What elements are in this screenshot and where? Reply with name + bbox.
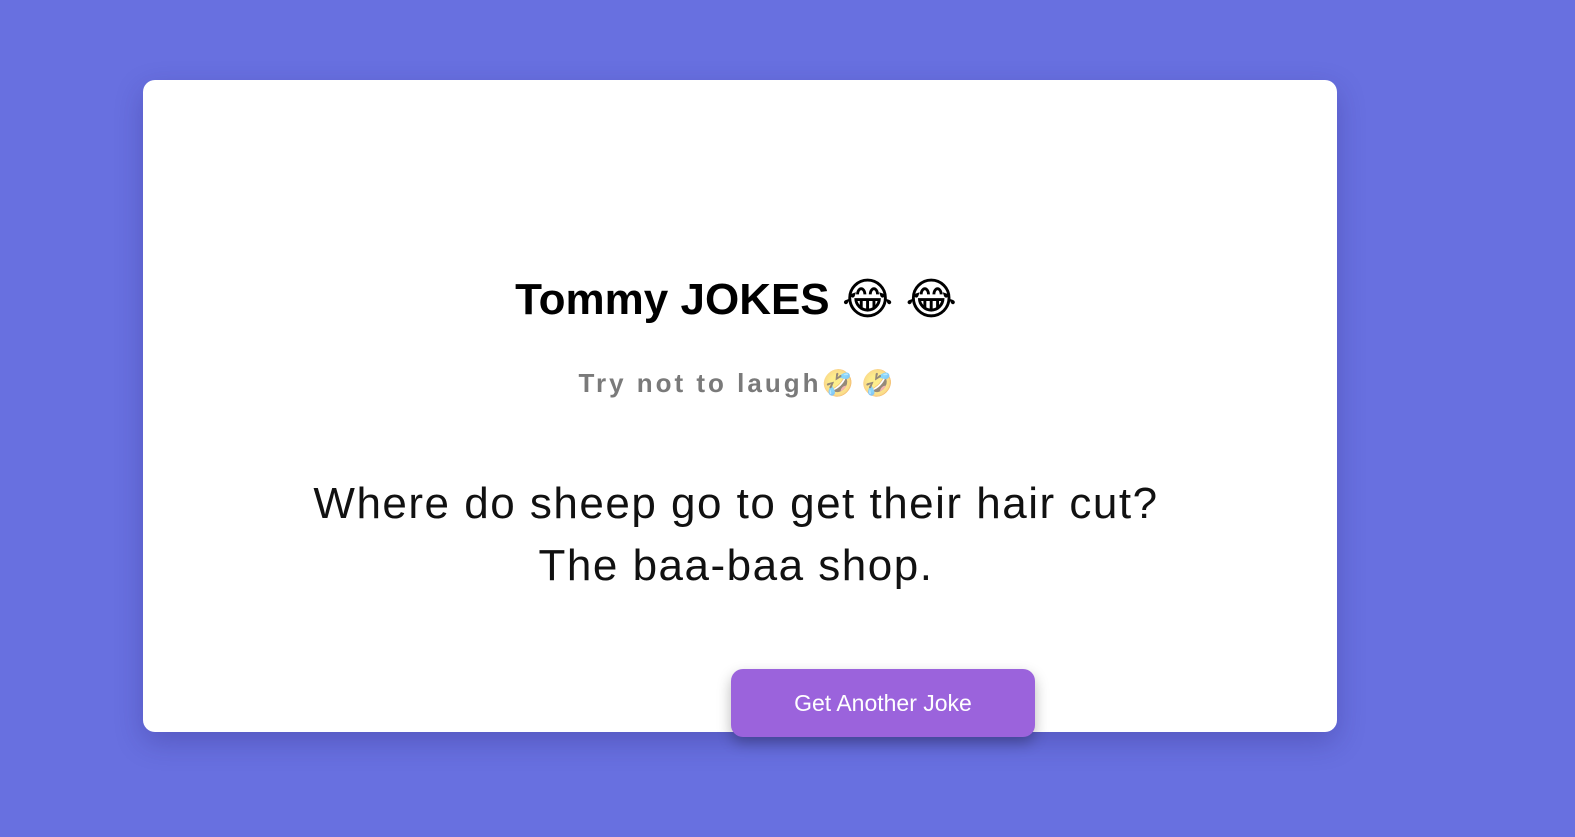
- joke-text: Where do sheep go to get their hair cut?…: [313, 479, 1159, 590]
- tagline-text: Try not to laugh: [578, 368, 822, 398]
- tagline: Try not to laugh🤣 🤣: [139, 363, 1333, 403]
- joke-card: Tommy JOKES 😂 😂 Try not to laugh🤣 🤣 Wher…: [143, 80, 1337, 737]
- rolling-laughing-emoji-icon: 🤣 🤣: [821, 368, 894, 398]
- app-title: Tommy JOKES 😂 😂: [515, 275, 957, 324]
- get-another-joke-button[interactable]: Get Another Joke: [731, 669, 1035, 737]
